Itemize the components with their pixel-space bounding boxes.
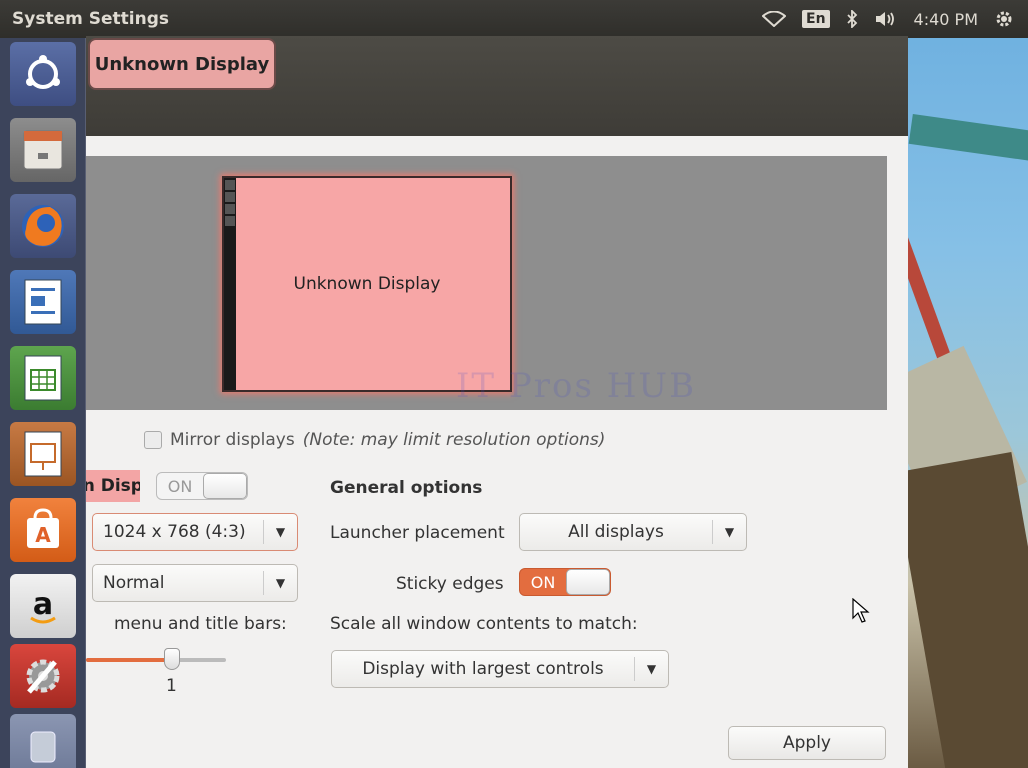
keyboard-language-indicator[interactable]: En <box>802 10 830 28</box>
clock[interactable]: 4:40 PM <box>914 10 978 29</box>
mirror-displays-row: Mirror displays (Note: may limit resolut… <box>144 430 605 450</box>
chevron-down-icon: ▼ <box>263 520 297 544</box>
top-panel: System Settings En 4:40 PM <box>0 0 1028 38</box>
firefox-icon[interactable] <box>10 194 76 258</box>
launcher-placement-select[interactable]: All displays ▼ <box>519 513 747 551</box>
scale-value: 1 <box>166 676 177 696</box>
scale-slider-track[interactable] <box>86 658 226 662</box>
scale-menu-label: menu and title bars: <box>114 614 287 634</box>
app-title: System Settings <box>12 9 169 29</box>
sticky-edges-label: Sticky edges <box>396 574 504 594</box>
gear-icon[interactable] <box>994 9 1014 29</box>
scale-slider-fill <box>86 658 170 662</box>
files-icon[interactable] <box>10 118 76 182</box>
svg-text:A: A <box>35 523 51 547</box>
display-name-label: Unknown Display <box>86 470 140 502</box>
software-center-icon[interactable]: A <box>10 498 76 562</box>
display-on-toggle[interactable]: ON <box>156 472 248 500</box>
resolution-select[interactable]: 1024 x 768 (4:3) ▼ <box>92 513 298 551</box>
trash-icon[interactable] <box>10 714 76 768</box>
chevron-down-icon: ▼ <box>634 657 668 681</box>
monitor-preview[interactable]: Unknown Display <box>222 176 512 392</box>
sticky-edges-toggle[interactable]: ON <box>519 568 611 596</box>
window-header: Unknown Display <box>86 36 908 136</box>
scale-slider-handle[interactable] <box>164 648 180 670</box>
launcher-placement-label: Launcher placement <box>330 523 505 543</box>
wifi-icon[interactable] <box>762 11 786 27</box>
mirror-displays-note: (Note: may limit resolution options) <box>302 430 606 450</box>
display-tab[interactable]: Unknown Display <box>88 38 276 90</box>
amazon-icon[interactable]: a <box>10 574 76 638</box>
watermark: IT Pros HUB <box>456 366 697 406</box>
calc-icon[interactable] <box>10 346 76 410</box>
dash-home-icon[interactable] <box>10 42 76 106</box>
mirror-displays-label: Mirror displays <box>170 430 295 450</box>
chevron-down-icon: ▼ <box>263 571 297 595</box>
launcher: A a <box>0 38 86 768</box>
impress-icon[interactable] <box>10 422 76 486</box>
display-settings-window: Unknown Display Unknown Display IT Pros … <box>86 36 908 768</box>
bluetooth-icon[interactable] <box>846 10 858 28</box>
apply-button[interactable]: Apply <box>728 726 886 760</box>
writer-icon[interactable] <box>10 270 76 334</box>
chevron-down-icon: ▼ <box>712 520 746 544</box>
svg-text:a: a <box>33 587 53 622</box>
general-options-heading: General options <box>330 478 483 498</box>
monitor-label: Unknown Display <box>293 274 441 294</box>
mirror-displays-checkbox[interactable] <box>144 431 162 449</box>
system-settings-icon[interactable] <box>10 644 76 708</box>
mouse-cursor-icon <box>852 597 870 628</box>
scale-all-label: Scale all window contents to match: <box>330 614 638 634</box>
rotation-select[interactable]: Normal ▼ <box>92 564 298 602</box>
volume-icon[interactable] <box>874 10 898 28</box>
scale-all-select[interactable]: Display with largest controls ▼ <box>331 650 669 688</box>
monitor-launcher-strip <box>224 178 236 390</box>
